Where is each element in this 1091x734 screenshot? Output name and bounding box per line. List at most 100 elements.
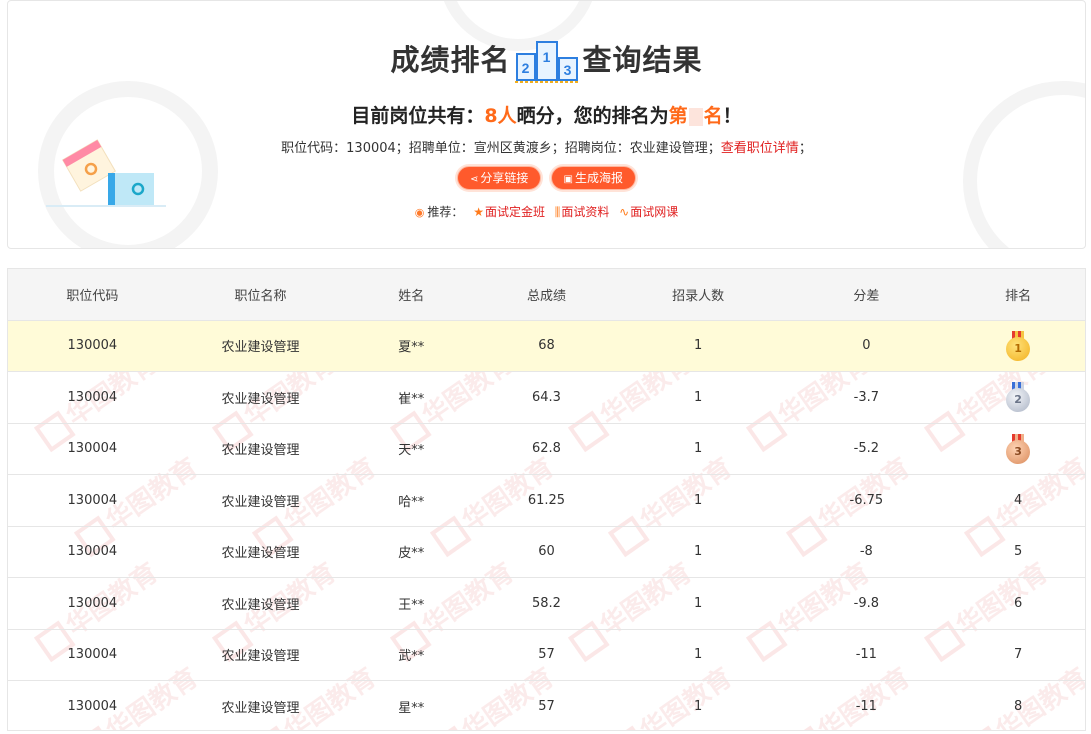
table-row: 130004 农业建设管理 星** 57 1 -11 8 [8, 681, 1085, 731]
action-buttons: ⋖ 分享链接 ▣ 生成海报 [8, 166, 1085, 190]
cell-rank: 6 [951, 577, 1085, 630]
cell-rank: 5 [951, 526, 1085, 578]
cell-score: 60 [478, 526, 615, 578]
position-info-end: ； [798, 141, 812, 156]
cell-score: 61.25 [478, 474, 615, 527]
cell-score: 68 [478, 320, 615, 372]
table-row: 130004 农业建设管理 天** 62.8 1 -5.2 3 [8, 423, 1085, 475]
cell-quota: 1 [614, 320, 782, 372]
svg-text:3: 3 [563, 62, 572, 78]
summary-prefix: 目前岗位共有： [351, 105, 485, 127]
recommend-item-materials[interactable]: ⫼面试资料 [555, 205, 610, 219]
share-link-button[interactable]: ⋖ 分享链接 [457, 166, 542, 190]
cell-rank: 3 [951, 423, 1085, 475]
column-header: 职位代码 [8, 269, 177, 321]
bars-icon: ⫼ [554, 205, 561, 219]
cell-diff: -6.75 [781, 474, 952, 527]
wave-icon: ∿ [619, 205, 630, 219]
cell-quota: 1 [614, 474, 782, 527]
view-position-details-link[interactable]: 查看职位详情 [721, 141, 799, 156]
cell-quota: 1 [614, 423, 782, 475]
cell-code: 130004 [8, 577, 177, 630]
cell-code: 130004 [8, 526, 177, 578]
column-header: 分差 [781, 269, 952, 321]
recommend-item-label: 面试定金班 [484, 205, 545, 219]
cell-code: 130004 [8, 320, 177, 372]
cell-name: 星** [398, 701, 425, 716]
summary-end: ！ [722, 105, 742, 127]
column-header: 总成绩 [478, 269, 615, 321]
rank-summary: 目前岗位共有：8人晒分，您的排名为第 名！ [8, 101, 1085, 128]
star-icon: ★ [473, 205, 484, 219]
recommend-item-deposit-class[interactable]: ★面试定金班 [473, 205, 545, 219]
cell-quota: 1 [614, 629, 782, 681]
rank-suffix: 名 [703, 105, 723, 127]
cell-name: 夏** [344, 320, 479, 372]
summary-middle: 晒分，您的排名为 [516, 105, 669, 127]
cell-code: 130004 [8, 371, 177, 424]
recommend-item-label: 面试网课 [630, 205, 679, 219]
table-row: 130004 农业建设管理 夏** 68 1 0 1 [8, 320, 1085, 372]
column-header: 招录人数 [614, 269, 782, 321]
table-header-row: 职位代码 职位名称 姓名 总成绩 招录人数 分差 排名 [8, 269, 1085, 321]
cell-position: 农业建设管理 [176, 371, 345, 424]
position-info: 职位代码：130004；招聘单位：宣州区黄渡乡；招聘岗位：农业建设管理；查看职位… [8, 137, 1085, 156]
cell-quota: 1 [614, 526, 782, 578]
cell-name: 哈** [344, 474, 479, 527]
applicant-count: 8人 [484, 105, 517, 127]
cell-rank: 8 [1013, 699, 1023, 714]
cell-score: 57 [538, 699, 555, 714]
cell-diff: 0 [781, 320, 952, 372]
podium-icon: 2 1 3 [514, 41, 579, 83]
cell-position: 农业建设管理 [176, 629, 345, 681]
gold-medal-icon: 1 [1005, 330, 1031, 361]
recommend-item-online-course[interactable]: ∿面试网课 [619, 205, 678, 219]
cell-rank: 2 [951, 371, 1085, 424]
cell-score: 62.8 [478, 423, 615, 475]
column-header: 排名 [951, 269, 1085, 321]
image-icon: ▣ [563, 174, 573, 185]
cell-name: 王** [344, 577, 479, 630]
ranking-table-container: 华图教育 华图教育 华图教育 华图教育 华图教育 华图教育 华图教育 华图教育 华图教育 华图教育… [7, 268, 1086, 731]
cell-position: 农业建设管理 [176, 423, 345, 475]
table-row: 130004 农业建设管理 武** 57 1 -11 7 [8, 629, 1085, 681]
generate-poster-label: 生成海报 [574, 171, 623, 185]
recommend-item-label: 面试资料 [561, 205, 610, 219]
recommend-bar: ◉ 推荐： ★面试定金班 ⫼面试资料 ∿面试网课 [8, 203, 1085, 220]
cell-diff: -5.2 [781, 423, 952, 475]
table-row: 130004 农业建设管理 皮** 60 1 -8 5 [8, 526, 1085, 578]
cell-name: 皮** [344, 526, 479, 578]
cell-diff: -3.7 [781, 371, 952, 424]
cell-rank: 4 [951, 474, 1085, 527]
cell-position: 农业建设管理 [176, 320, 345, 372]
title-left: 成绩排名 [390, 43, 511, 77]
cell-code: 130004 [8, 629, 177, 681]
cell-diff: -11 [855, 699, 877, 714]
medal-rank-number: 3 [1006, 439, 1031, 464]
cell-position: 农业建设管理 [176, 526, 345, 578]
cell-score: 64.3 [478, 371, 615, 424]
cell-rank: 7 [951, 629, 1085, 681]
cell-score: 57 [478, 629, 615, 681]
cell-quota: 1 [614, 577, 782, 630]
bronze-medal-icon: 3 [1005, 433, 1031, 464]
cell-name: 崔** [344, 371, 479, 424]
cell-position: 农业建设管理 [176, 577, 345, 630]
cell-quota: 1 [694, 699, 703, 714]
title-right: 查询结果 [582, 43, 703, 77]
cell-name: 武** [344, 629, 479, 681]
cell-position: 农业建设管理 [221, 701, 300, 716]
cell-diff: -8 [781, 526, 952, 578]
medal-rank-number: 2 [1006, 388, 1031, 413]
cell-diff: -11 [781, 629, 952, 681]
recommend-icon: ◉ [414, 206, 425, 219]
generate-poster-button[interactable]: ▣ 生成海报 [550, 166, 636, 190]
table-row: 130004 农业建设管理 王** 58.2 1 -9.8 6 [8, 577, 1085, 630]
page-title: 成绩排名 2 1 3 查询结果 [8, 37, 1085, 84]
position-info-text: 职位代码：130004；招聘单位：宣州区黄渡乡；招聘岗位：农业建设管理； [281, 141, 721, 156]
share-link-label: 分享链接 [480, 171, 529, 185]
silver-medal-icon: 2 [1005, 382, 1031, 413]
cell-code: 130004 [8, 474, 177, 527]
share-icon: ⋖ [470, 174, 479, 185]
cell-quota: 1 [614, 371, 782, 424]
